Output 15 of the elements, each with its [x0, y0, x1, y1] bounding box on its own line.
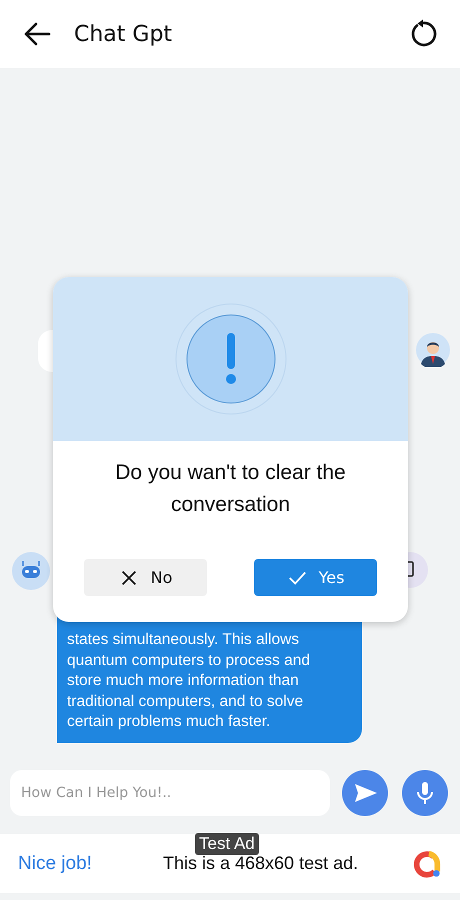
message-text: states simultaneously. This allows quantum computers to process and store much more information than traditional computers, and to solve certain problems much faster.: [67, 630, 311, 732]
no-button[interactable]: No: [84, 559, 207, 596]
message-input-field[interactable]: How Can I Help You!..: [10, 770, 330, 816]
ad-logo-icon: [412, 848, 442, 878]
robot-avatar-icon: [12, 552, 50, 590]
ad-badge: Test Ad: [195, 833, 259, 855]
yes-button[interactable]: Yes: [254, 559, 377, 596]
ad-headline[interactable]: Nice job!: [18, 852, 163, 874]
send-button[interactable]: [342, 770, 388, 816]
microphone-button[interactable]: [402, 770, 448, 816]
dialog-message: Do you wan't to clear the conversation: [114, 460, 347, 518]
exclamation-icon: [174, 303, 286, 415]
screen-title: Chat Gpt: [74, 22, 174, 46]
ad-text: This is a 468x60 test ad.: [163, 853, 360, 874]
user-avatar-icon: [416, 333, 450, 367]
